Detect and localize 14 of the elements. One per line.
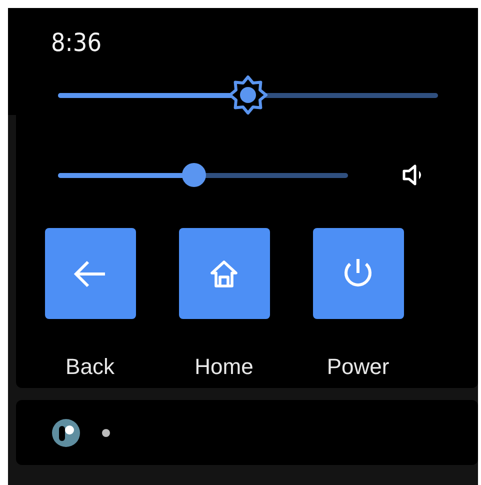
power-button[interactable]	[312, 228, 404, 319]
back-label[interactable]: Back	[66, 354, 114, 380]
brightness-thumb-icon[interactable]	[228, 75, 268, 115]
dot-icon	[102, 428, 110, 436]
home-label[interactable]: Home	[194, 354, 254, 380]
home-icon	[209, 258, 239, 288]
power-label[interactable]: Power	[326, 354, 390, 380]
back-arrow-icon	[72, 258, 108, 288]
app-icon[interactable]	[52, 418, 80, 446]
home-button[interactable]	[178, 228, 270, 319]
speaker-icon[interactable]	[402, 164, 424, 186]
slider-thumb[interactable]	[182, 163, 206, 187]
volume-slider[interactable]	[58, 163, 348, 187]
clock-time: 8:36	[51, 28, 102, 57]
